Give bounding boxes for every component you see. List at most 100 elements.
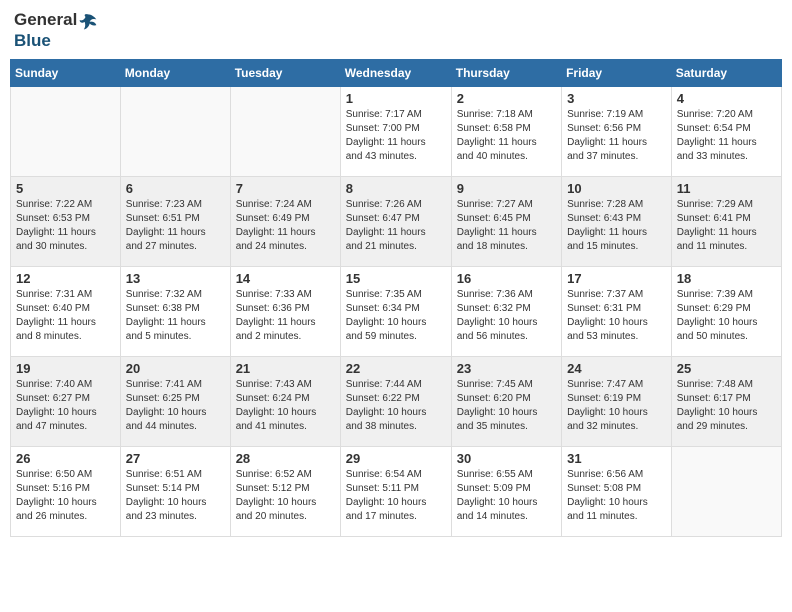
day-number: 8 (346, 181, 446, 196)
day-number: 1 (346, 91, 446, 106)
logo-blue: Blue (14, 31, 51, 50)
weekday-header-row: SundayMondayTuesdayWednesdayThursdayFrid… (11, 59, 782, 86)
day-info: Sunrise: 7:48 AM Sunset: 6:17 PM Dayligh… (677, 378, 776, 434)
day-number: 9 (457, 181, 556, 196)
day-number: 5 (16, 181, 115, 196)
day-info: Sunrise: 7:35 AM Sunset: 6:34 PM Dayligh… (346, 288, 446, 344)
day-info: Sunrise: 7:37 AM Sunset: 6:31 PM Dayligh… (567, 288, 666, 344)
day-number: 10 (567, 181, 666, 196)
day-number: 13 (126, 271, 225, 286)
day-number: 18 (677, 271, 776, 286)
calendar-week-2: 5 Sunrise: 7:22 AM Sunset: 6:53 PM Daylig… (11, 176, 782, 266)
day-number: 21 (236, 361, 335, 376)
day-info: Sunrise: 6:54 AM Sunset: 5:11 PM Dayligh… (346, 468, 446, 524)
day-info: Sunrise: 7:28 AM Sunset: 6:43 PM Dayligh… (567, 198, 666, 254)
calendar-cell: 15Sunrise: 7:35 AM Sunset: 6:34 PM Dayli… (340, 266, 451, 356)
calendar-week-4: 19 Sunrise: 7:40 AM Sunset: 6:27 PM Dayli… (11, 356, 782, 446)
day-number: 6 (126, 181, 225, 196)
day-number: 22 (346, 361, 446, 376)
day-info: Sunrise: 7:22 AM Sunset: 6:53 PM Dayligh… (16, 198, 115, 254)
day-info: Sunrise: 7:32 AM Sunset: 6:38 PM Dayligh… (126, 288, 225, 344)
day-number: 29 (346, 451, 446, 466)
day-info: Sunrise: 7:20 AM Sunset: 6:54 PM Dayligh… (677, 108, 776, 164)
day-info: Sunrise: 7:41 AM Sunset: 6:25 PM Dayligh… (126, 378, 225, 434)
calendar-table: SundayMondayTuesdayWednesdayThursdayFrid… (10, 59, 782, 537)
day-info: Sunrise: 7:24 AM Sunset: 6:49 PM Dayligh… (236, 198, 335, 254)
logo-text: General Blue (14, 10, 99, 51)
calendar-cell: 19 Sunrise: 7:40 AM Sunset: 6:27 PM Dayli… (11, 356, 121, 446)
day-info: Sunrise: 7:19 AM Sunset: 6:56 PM Dayligh… (567, 108, 666, 164)
calendar-cell: 25 Sunrise: 7:48 AM Sunset: 6:17 PM Dayli… (671, 356, 781, 446)
calendar-cell: 16Sunrise: 7:36 AM Sunset: 6:32 PM Dayli… (451, 266, 561, 356)
calendar-cell (11, 86, 121, 176)
day-number: 14 (236, 271, 335, 286)
weekday-header-thursday: Thursday (451, 59, 561, 86)
day-number: 2 (457, 91, 556, 106)
day-info: Sunrise: 7:40 AM Sunset: 6:27 PM Dayligh… (16, 378, 115, 434)
calendar-cell: 4 Sunrise: 7:20 AM Sunset: 6:54 PM Daylig… (671, 86, 781, 176)
calendar-cell: 21Sunrise: 7:43 AM Sunset: 6:24 PM Dayli… (230, 356, 340, 446)
day-info: Sunrise: 7:39 AM Sunset: 6:29 PM Dayligh… (677, 288, 776, 344)
calendar-cell (671, 446, 781, 536)
weekday-header-saturday: Saturday (671, 59, 781, 86)
day-number: 27 (126, 451, 225, 466)
calendar-cell: 28Sunrise: 6:52 AM Sunset: 5:12 PM Dayli… (230, 446, 340, 536)
calendar-cell: 30 Sunrise: 6:55 AM Sunset: 5:09 PM Dayli… (451, 446, 561, 536)
calendar-cell: 24 Sunrise: 7:47 AM Sunset: 6:19 PM Dayli… (562, 356, 672, 446)
calendar-cell: 18 Sunrise: 7:39 AM Sunset: 6:29 PM Dayli… (671, 266, 781, 356)
calendar-week-3: 12 Sunrise: 7:31 AM Sunset: 6:40 PM Dayli… (11, 266, 782, 356)
weekday-header-friday: Friday (562, 59, 672, 86)
calendar-cell: 12 Sunrise: 7:31 AM Sunset: 6:40 PM Dayli… (11, 266, 121, 356)
day-number: 17 (567, 271, 666, 286)
day-number: 26 (16, 451, 115, 466)
day-info: Sunrise: 7:47 AM Sunset: 6:19 PM Dayligh… (567, 378, 666, 434)
day-info: Sunrise: 7:33 AM Sunset: 6:36 PM Dayligh… (236, 288, 335, 344)
day-number: 19 (16, 361, 115, 376)
day-number: 28 (236, 451, 335, 466)
day-number: 23 (457, 361, 556, 376)
day-info: Sunrise: 7:29 AM Sunset: 6:41 PM Dayligh… (677, 198, 776, 254)
weekday-header-monday: Monday (120, 59, 230, 86)
day-info: Sunrise: 7:31 AM Sunset: 6:40 PM Dayligh… (16, 288, 115, 344)
day-info: Sunrise: 7:45 AM Sunset: 6:20 PM Dayligh… (457, 378, 556, 434)
calendar-cell: 29 Sunrise: 6:54 AM Sunset: 5:11 PM Dayli… (340, 446, 451, 536)
calendar-cell: 26Sunrise: 6:50 AM Sunset: 5:16 PM Dayli… (11, 446, 121, 536)
day-number: 31 (567, 451, 666, 466)
calendar-cell: 5 Sunrise: 7:22 AM Sunset: 6:53 PM Daylig… (11, 176, 121, 266)
calendar-cell: 23 Sunrise: 7:45 AM Sunset: 6:20 PM Dayli… (451, 356, 561, 446)
calendar-week-5: 26Sunrise: 6:50 AM Sunset: 5:16 PM Dayli… (11, 446, 782, 536)
day-info: Sunrise: 7:23 AM Sunset: 6:51 PM Dayligh… (126, 198, 225, 254)
calendar-cell: 11 Sunrise: 7:29 AM Sunset: 6:41 PM Dayli… (671, 176, 781, 266)
page-header: General Blue (10, 10, 782, 51)
calendar-cell: 7 Sunrise: 7:24 AM Sunset: 6:49 PM Daylig… (230, 176, 340, 266)
weekday-header-sunday: Sunday (11, 59, 121, 86)
calendar-cell: 22Sunrise: 7:44 AM Sunset: 6:22 PM Dayli… (340, 356, 451, 446)
day-number: 16 (457, 271, 556, 286)
day-number: 11 (677, 181, 776, 196)
logo-bird-icon (78, 11, 98, 31)
calendar-cell: 13 Sunrise: 7:32 AM Sunset: 6:38 PM Dayli… (120, 266, 230, 356)
day-number: 24 (567, 361, 666, 376)
day-number: 12 (16, 271, 115, 286)
day-info: Sunrise: 6:51 AM Sunset: 5:14 PM Dayligh… (126, 468, 225, 524)
calendar-cell: 2Sunrise: 7:18 AM Sunset: 6:58 PM Daylig… (451, 86, 561, 176)
calendar-cell (120, 86, 230, 176)
calendar-cell (230, 86, 340, 176)
logo: General Blue (14, 10, 99, 51)
calendar-cell: 3 Sunrise: 7:19 AM Sunset: 6:56 PM Daylig… (562, 86, 672, 176)
weekday-header-wednesday: Wednesday (340, 59, 451, 86)
day-number: 7 (236, 181, 335, 196)
calendar-cell: 8 Sunrise: 7:26 AM Sunset: 6:47 PM Daylig… (340, 176, 451, 266)
calendar-cell: 6 Sunrise: 7:23 AM Sunset: 6:51 PM Daylig… (120, 176, 230, 266)
day-number: 3 (567, 91, 666, 106)
logo-general: General (14, 10, 77, 29)
day-info: Sunrise: 7:27 AM Sunset: 6:45 PM Dayligh… (457, 198, 556, 254)
day-info: Sunrise: 7:26 AM Sunset: 6:47 PM Dayligh… (346, 198, 446, 254)
calendar-cell: 9 Sunrise: 7:27 AM Sunset: 6:45 PM Daylig… (451, 176, 561, 266)
day-number: 30 (457, 451, 556, 466)
calendar-cell: 27 Sunrise: 6:51 AM Sunset: 5:14 PM Dayli… (120, 446, 230, 536)
day-number: 4 (677, 91, 776, 106)
day-info: Sunrise: 6:56 AM Sunset: 5:08 PM Dayligh… (567, 468, 666, 524)
day-info: Sunrise: 6:55 AM Sunset: 5:09 PM Dayligh… (457, 468, 556, 524)
day-number: 25 (677, 361, 776, 376)
